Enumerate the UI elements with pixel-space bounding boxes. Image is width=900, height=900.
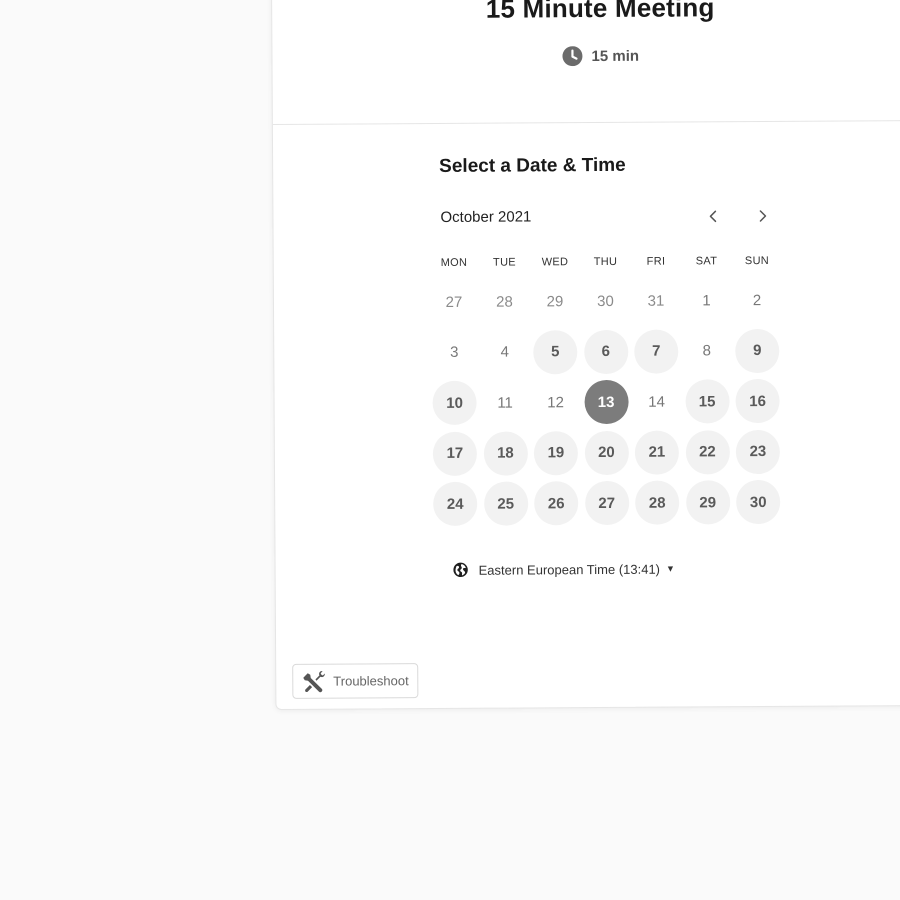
calendar-day: 11 [497,394,513,412]
month-label: October 2021 [440,208,532,226]
timezone-selector[interactable]: Eastern European Time (13:41) ▼ [453,561,675,578]
calendar-day[interactable]: 16 [735,378,780,424]
calendar-day[interactable]: 20 [584,430,629,475]
calendar-day: 8 [702,342,711,360]
calendar-day: 31 [647,292,665,310]
previous-month-button[interactable] [701,204,725,228]
calendar-day: 30 [597,292,614,310]
calendar-day: 14 [648,393,665,411]
calendar-day[interactable]: 26 [534,481,579,526]
event-header: 15 Minute Meeting 15 min [272,0,900,125]
timezone-label: Eastern European Time (13:41) [478,561,661,578]
calendar-day[interactable]: 7 [634,329,679,374]
calendar-day[interactable]: 10 [432,380,477,426]
calendar-day[interactable]: 30 [736,479,781,525]
booking-card: 15 Minute Meeting 15 min Select a Date &… [271,0,900,710]
calendar-day: 4 [500,343,510,361]
calendar-grid: 27 28 29 30 31 1 2 3 4 5 6 7 8 9 10 11 12 13 14 15 16 17 18 19 2… [429,275,784,530]
chevron-left-icon [709,210,717,223]
calendar-day: 1 [702,291,711,309]
clock-icon [562,46,583,67]
wrench-icon [303,670,325,692]
calendar-day[interactable]: 22 [685,429,730,474]
calendar-day-selected[interactable]: 13 [583,379,629,425]
calendar-day[interactable]: 23 [735,429,781,474]
weekday-label: SUN [744,254,770,268]
calendar-day[interactable]: 25 [483,481,528,526]
section-title: Select a Date & Time [439,154,626,177]
weekday-label: FRI [646,255,666,268]
calendar-day[interactable]: 24 [433,481,478,527]
weekday-label: WED [541,256,569,269]
calendar-day[interactable]: 18 [483,430,528,476]
weekday-label: TUE [492,256,516,269]
weekday-label: SAT [695,255,718,268]
calendar-day[interactable]: 19 [533,430,579,475]
calendar-day: 12 [547,393,564,411]
weekday-label: MON [440,256,468,269]
globe-icon [453,562,468,578]
calendar-day[interactable]: 9 [735,328,780,373]
event-title: 15 Minute Meeting [485,0,715,24]
troubleshoot-button[interactable]: Troubleshoot [292,663,419,699]
caret-down-icon: ▼ [665,563,675,574]
calendar-day[interactable]: 15 [684,379,730,424]
calendar-day[interactable]: 5 [533,329,578,374]
duration-label: 15 min [591,47,640,65]
calendar-day: 3 [450,343,459,361]
calendar-day: 27 [445,293,463,311]
weekday-header: MON TUE WED THU FRI SAT SUN [429,255,783,269]
calendar-day[interactable]: 6 [583,329,628,374]
calendar-day[interactable]: 28 [635,480,680,525]
troubleshoot-label: Troubleshoot [333,673,409,689]
next-month-button[interactable] [750,204,774,228]
calendar-day: 2 [752,291,762,309]
event-duration: 15 min [562,46,640,67]
calendar-day[interactable]: 27 [584,480,629,526]
weekday-label: THU [593,255,618,269]
calendar-day[interactable]: 21 [634,430,680,475]
calendar-day: 29 [546,292,564,310]
calendar-day: 28 [496,293,513,311]
calendar-day[interactable]: 17 [432,431,478,476]
chevron-right-icon [759,210,767,222]
calendar-day[interactable]: 29 [685,480,730,525]
